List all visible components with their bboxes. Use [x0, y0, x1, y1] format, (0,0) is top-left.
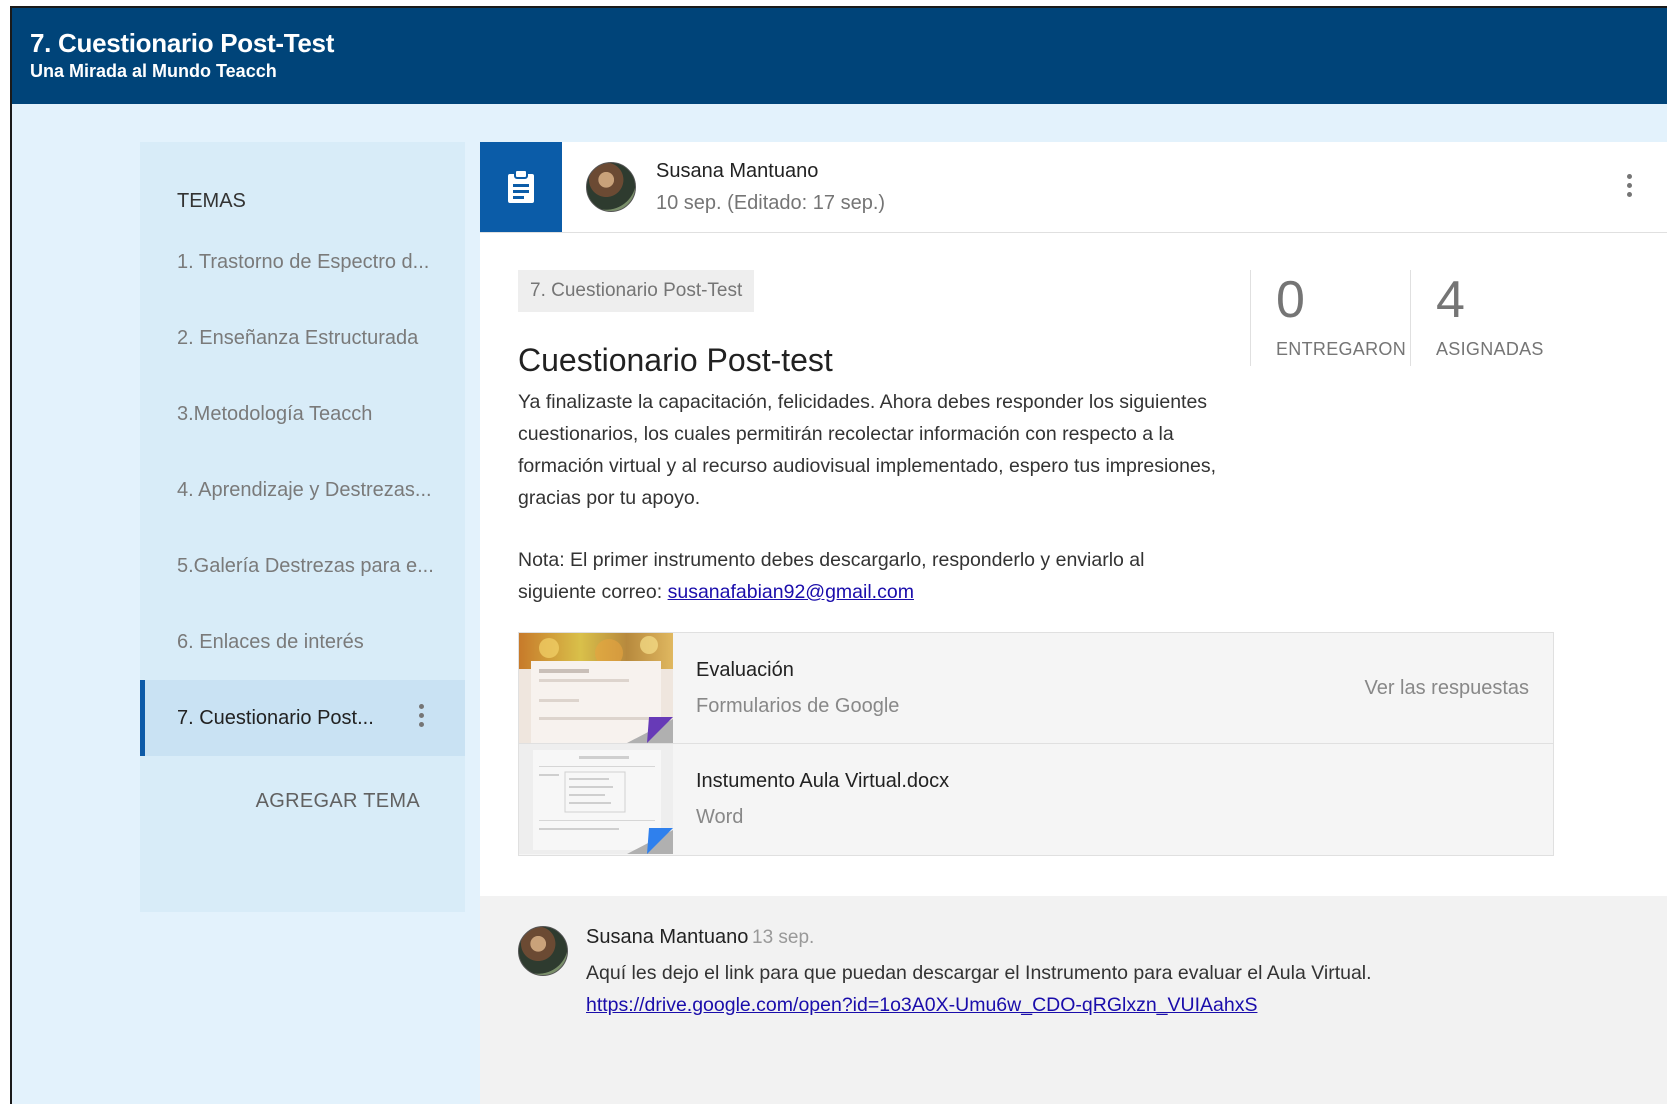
app-frame: 7. Cuestionario Post-Test Una Mirada al …	[10, 6, 1667, 1104]
class-comments: Susana Mantuano 13 sep. Aquí les dejo el…	[480, 896, 1667, 1104]
topic-label: 1. Trastorno de Espectro d...	[177, 250, 430, 273]
attachment-name: Evaluación	[696, 659, 794, 681]
topic-label: 6. Enlaces de interés	[177, 630, 364, 653]
forms-thumbnail	[519, 633, 673, 743]
assigned-count[interactable]: 4	[1436, 270, 1465, 330]
topic-item-1[interactable]: 1. Trastorno de Espectro d...	[140, 224, 465, 300]
assignment-icon	[480, 142, 562, 232]
add-topic-button[interactable]: AGREGAR TEMA	[256, 790, 420, 813]
attachment-forms[interactable]: Evaluación Formularios de Google Ver las…	[518, 632, 1554, 744]
topic-item-2[interactable]: 2. Enseñanza Estructurada	[140, 300, 465, 376]
topic-label: 7. Cuestionario Post...	[177, 706, 374, 729]
attachment-word[interactable]: Instumento Aula Virtual.docx Word	[518, 744, 1554, 856]
commenter-avatar	[518, 926, 568, 976]
view-responses-button[interactable]: Ver las respuestas	[1364, 677, 1529, 700]
topic-item-7-active[interactable]: 7. Cuestionario Post...	[140, 680, 465, 756]
post-header: Susana Mantuano 10 sep. (Editado: 17 sep…	[480, 142, 1667, 233]
post-date: 10 sep. (Editado: 17 sep.)	[656, 192, 886, 214]
topic-label: 2. Enseñanza Estructurada	[177, 326, 419, 349]
author-avatar	[586, 162, 636, 212]
page-title: 7. Cuestionario Post-Test	[30, 28, 335, 58]
topics-heading: TEMAS	[177, 190, 246, 212]
more-vert-icon[interactable]	[419, 704, 425, 731]
assignment-title: Cuestionario Post-test	[518, 342, 833, 378]
attachment-name: Instumento Aula Virtual.docx	[696, 770, 950, 792]
topic-label: 3.Metodología Teacch	[177, 402, 373, 425]
comment-text: Aquí les dejo el link para que puedan de…	[586, 962, 1372, 984]
attachment-type: Formularios de Google	[696, 695, 900, 717]
topic-label: 5.Galería Destrezas para e...	[177, 554, 434, 577]
comment-author: Susana Mantuano	[586, 926, 749, 948]
comment-link[interactable]: https://drive.google.com/open?id=1o3A0X-…	[586, 994, 1257, 1017]
turned-in-count[interactable]: 0	[1276, 270, 1305, 330]
stats-divider	[1410, 270, 1411, 366]
assignment-note: Nota: El primer instrumento debes descar…	[518, 544, 1218, 608]
stats-divider	[1250, 270, 1251, 366]
topic-item-5[interactable]: 5.Galería Destrezas para e...	[140, 528, 465, 604]
topic-label: 4. Aprendizaje y Destrezas...	[177, 478, 432, 501]
word-thumbnail	[519, 744, 673, 854]
assignment-card: Susana Mantuano 10 sep. (Editado: 17 sep…	[480, 142, 1667, 1104]
more-vert-icon[interactable]	[1627, 174, 1632, 201]
page-header: 7. Cuestionario Post-Test Una Mirada al …	[12, 8, 1667, 104]
email-link[interactable]: susanafabian92@gmail.com	[668, 581, 914, 603]
topic-chip[interactable]: 7. Cuestionario Post-Test	[518, 270, 755, 312]
attachment-type: Word	[696, 806, 744, 828]
comment-date: 13 sep.	[752, 927, 815, 948]
topics-sidebar: TEMAS 1. Trastorno de Espectro d... 2. E…	[140, 142, 465, 912]
assigned-label: ASIGNADAS	[1436, 339, 1544, 359]
assignment-description: Ya finalizaste la capacitación, felicida…	[518, 391, 1216, 509]
author-name: Susana Mantuano	[656, 160, 819, 182]
turned-in-label: ENTREGARON	[1276, 339, 1407, 359]
topic-item-3[interactable]: 3.Metodología Teacch	[140, 376, 465, 452]
topic-item-6[interactable]: 6. Enlaces de interés	[140, 604, 465, 680]
topic-item-4[interactable]: 4. Aprendizaje y Destrezas...	[140, 452, 465, 528]
class-name: Una Mirada al Mundo Teacch	[30, 61, 277, 81]
